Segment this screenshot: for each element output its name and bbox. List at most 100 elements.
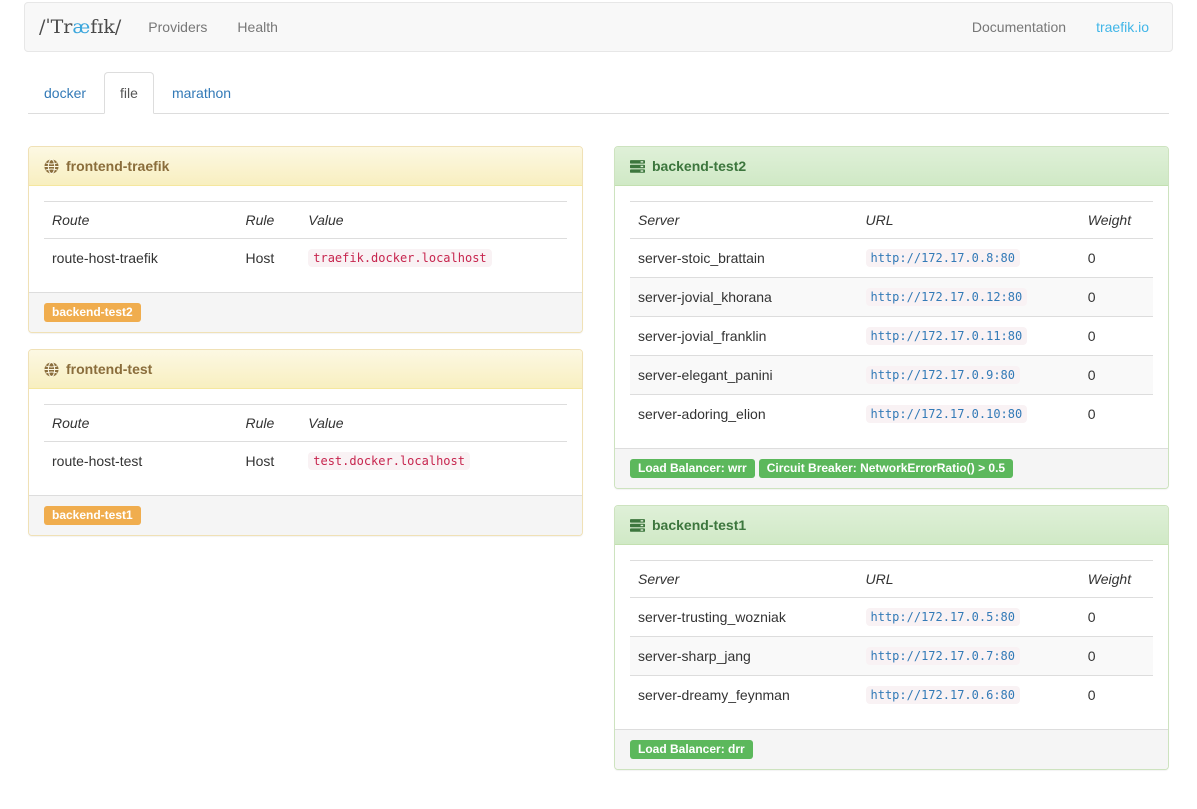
- frontends-column: frontend-traefik Route Rule Value route-…: [28, 146, 583, 552]
- table-row: server-jovial_franklin http://172.17.0.11…: [630, 317, 1153, 356]
- frontend-routes-table: Route Rule Value route-host-traefikHostt…: [44, 201, 567, 277]
- backend-title: backend-test2: [652, 158, 746, 174]
- server-cell: server-sharp_jang: [630, 637, 858, 676]
- server-cell: server-stoic_brattain: [630, 239, 858, 278]
- table-header-row: Route Rule Value: [44, 202, 567, 239]
- weight-cell: 0: [1080, 395, 1153, 434]
- frontend-panel-footer: backend-test2: [29, 292, 582, 332]
- backend-panel-footer: Load Balancer: drr: [615, 729, 1168, 769]
- route-cell: route-host-test: [44, 442, 238, 481]
- traefik-logo[interactable]: /ˈTræfɪk/: [25, 3, 133, 51]
- tab-marathon-link[interactable]: marathon: [156, 72, 247, 114]
- server-cell: server-trusting_wozniak: [630, 598, 858, 637]
- backend-config-badge: Circuit Breaker: NetworkErrorRatio() > 0…: [759, 459, 1013, 478]
- tab-file: file: [104, 72, 156, 114]
- url-cell: http://172.17.0.5:80: [858, 598, 1080, 637]
- nav-link-health[interactable]: Health: [222, 3, 292, 51]
- nav-link-traefik-io[interactable]: traefik.io: [1081, 3, 1164, 51]
- url-cell: http://172.17.0.6:80: [858, 676, 1080, 715]
- server-url-link[interactable]: http://172.17.0.9:80: [866, 366, 1021, 382]
- server-url-link[interactable]: http://172.17.0.5:80: [866, 608, 1021, 624]
- navbar-right-links: Documentation traefik.io: [957, 3, 1172, 51]
- column-header-rule: Rule: [238, 202, 301, 239]
- server-url-code: http://172.17.0.6:80: [866, 686, 1021, 704]
- server-icon: [630, 159, 645, 174]
- globe-icon: [44, 159, 59, 174]
- table-row: server-stoic_brattain http://172.17.0.8:8…: [630, 239, 1153, 278]
- backend-panel-footer: Load Balancer: wrrCircuit Breaker: Netwo…: [615, 448, 1168, 488]
- rule-cell: Host: [238, 442, 301, 481]
- column-header-rule: Rule: [238, 405, 301, 442]
- column-header-url: URL: [858, 561, 1080, 598]
- nav-link-documentation[interactable]: Documentation: [957, 3, 1081, 51]
- column-header-route: Route: [44, 405, 238, 442]
- column-header-value: Value: [300, 405, 567, 442]
- backend-panel-body: Server URL Weight server-trusting_woznia…: [615, 545, 1168, 729]
- backend-panel-body: Server URL Weight server-stoic_brattainh…: [615, 186, 1168, 448]
- url-cell: http://172.17.0.9:80: [858, 356, 1080, 395]
- logo-text-accent: æ: [72, 16, 90, 38]
- backend-config-badge: Load Balancer: wrr: [630, 459, 755, 478]
- column-header-weight: Weight: [1080, 202, 1153, 239]
- weight-cell: 0: [1080, 317, 1153, 356]
- table-header-row: Server URL Weight: [630, 561, 1153, 598]
- navbar: /ˈTræfɪk/ Providers Health Documentation…: [24, 2, 1173, 52]
- column-header-server: Server: [630, 202, 858, 239]
- table-header-row: Server URL Weight: [630, 202, 1153, 239]
- server-url-code: http://172.17.0.7:80: [866, 647, 1021, 665]
- backend-badge: backend-test2: [44, 303, 141, 322]
- server-url-link[interactable]: http://172.17.0.8:80: [866, 249, 1021, 265]
- server-url-code: http://172.17.0.12:80: [866, 288, 1028, 306]
- server-cell: server-jovial_franklin: [630, 317, 858, 356]
- nav-link-providers[interactable]: Providers: [133, 3, 222, 51]
- server-url-code: http://172.17.0.8:80: [866, 249, 1021, 267]
- table-row: server-sharp_jang http://172.17.0.7:80 0: [630, 637, 1153, 676]
- server-url-code: http://172.17.0.5:80: [866, 608, 1021, 626]
- server-cell: server-dreamy_feynman: [630, 676, 858, 715]
- backend-panel: backend-test2 Server URL Weight server-s…: [614, 146, 1169, 489]
- rule-value-code: traefik.docker.localhost: [308, 249, 491, 267]
- panels-row: frontend-traefik Route Rule Value route-…: [28, 146, 1169, 786]
- value-cell: traefik.docker.localhost: [300, 239, 567, 278]
- server-cell: server-jovial_khorana: [630, 278, 858, 317]
- backend-servers-table: Server URL Weight server-stoic_brattainh…: [630, 201, 1153, 433]
- tab-file-link[interactable]: file: [104, 72, 154, 114]
- table-row: server-trusting_wozniak http://172.17.0.5…: [630, 598, 1153, 637]
- provider-tabs: docker file marathon: [28, 72, 1169, 114]
- server-url-link[interactable]: http://172.17.0.10:80: [866, 405, 1028, 421]
- weight-cell: 0: [1080, 356, 1153, 395]
- table-row: server-adoring_elionhttp://172.17.0.10:8…: [630, 395, 1153, 434]
- table-row: server-dreamy_feynman http://172.17.0.6:8…: [630, 676, 1153, 715]
- url-cell: http://172.17.0.10:80: [858, 395, 1080, 434]
- backend-servers-table: Server URL Weight server-trusting_woznia…: [630, 560, 1153, 714]
- logo-text-prefix: /ˈTr: [39, 16, 72, 38]
- backend-config-badge: Load Balancer: drr: [630, 740, 753, 759]
- tab-marathon: marathon: [156, 72, 249, 114]
- weight-cell: 0: [1080, 598, 1153, 637]
- logo-text-suffix: fɪk/: [90, 16, 121, 38]
- url-cell: http://172.17.0.12:80: [858, 278, 1080, 317]
- weight-cell: 0: [1080, 676, 1153, 715]
- rule-value-code: test.docker.localhost: [308, 452, 470, 470]
- url-cell: http://172.17.0.7:80: [858, 637, 1080, 676]
- server-url-link[interactable]: http://172.17.0.6:80: [866, 686, 1021, 702]
- server-url-code: http://172.17.0.10:80: [866, 405, 1028, 423]
- table-row: route-host-traefikHosttraefik.docker.loc…: [44, 239, 567, 278]
- value-cell: test.docker.localhost: [300, 442, 567, 481]
- server-url-code: http://172.17.0.11:80: [866, 327, 1028, 345]
- frontend-title: frontend-traefik: [66, 158, 169, 174]
- server-url-link[interactable]: http://172.17.0.12:80: [866, 288, 1028, 304]
- frontend-title: frontend-test: [66, 361, 152, 377]
- server-url-link[interactable]: http://172.17.0.11:80: [866, 327, 1028, 343]
- frontend-panel-body: Route Rule Value route-host-traefikHostt…: [29, 186, 582, 292]
- frontend-routes-table: Route Rule Value route-host-testHost test…: [44, 404, 567, 480]
- frontend-panel-body: Route Rule Value route-host-testHost test…: [29, 389, 582, 495]
- column-header-weight: Weight: [1080, 561, 1153, 598]
- table-row: server-jovial_khorana http://172.17.0.12:…: [630, 278, 1153, 317]
- table-row: route-host-testHost test.docker.localhost: [44, 442, 567, 481]
- backends-column: backend-test2 Server URL Weight server-s…: [614, 146, 1169, 786]
- server-url-link[interactable]: http://172.17.0.7:80: [866, 647, 1021, 663]
- url-cell: http://172.17.0.11:80: [858, 317, 1080, 356]
- tab-docker-link[interactable]: docker: [28, 72, 102, 114]
- weight-cell: 0: [1080, 637, 1153, 676]
